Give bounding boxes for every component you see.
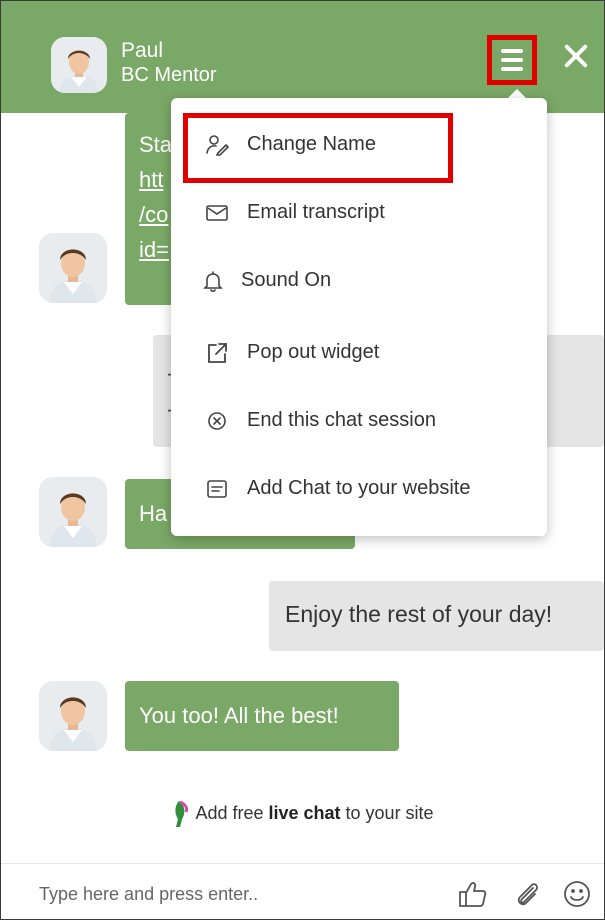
hamburger-bar	[501, 58, 523, 62]
menu-item-email-transcript[interactable]: Email transcript	[171, 183, 547, 243]
message-link-line[interactable]: htt	[139, 162, 172, 197]
user-message: Enjoy the rest of your day!	[269, 581, 604, 651]
agent-avatar	[39, 233, 107, 303]
hamburger-icon	[501, 49, 523, 53]
menu-item-sound-on[interactable]: Sound On	[171, 251, 547, 311]
message-input[interactable]	[37, 878, 421, 910]
menu-item-label: Add Chat to your website	[247, 477, 471, 499]
message-text: You too! All the best!	[139, 703, 339, 728]
input-bar	[1, 863, 604, 919]
promo-suffix: to your site	[340, 802, 434, 823]
agent-name: Paul	[121, 39, 164, 62]
promo-prefix: Add free	[195, 802, 269, 823]
message-line: Sta	[139, 132, 173, 157]
message-text: Enjoy the rest of your day!	[285, 601, 553, 627]
menu-item-label: Sound On	[241, 269, 332, 291]
menu-item-label: Pop out widget	[247, 341, 380, 363]
menu-item-add-chat[interactable]: Add Chat to your website	[171, 459, 547, 519]
agent-role: BC Mentor	[121, 64, 217, 86]
menu-button[interactable]	[487, 35, 537, 85]
menu-item-label: Email transcript	[247, 201, 385, 223]
agent-avatar	[39, 477, 107, 547]
emoji-icon[interactable]	[561, 878, 593, 910]
external-link-icon	[205, 341, 229, 365]
chat-widget: Paul BC Mentor Sta htt /co id= -	[0, 0, 605, 920]
agent-message: You too! All the best!	[125, 681, 399, 751]
bell-icon	[201, 269, 225, 293]
hamburger-bar	[501, 67, 523, 71]
envelope-icon	[205, 201, 229, 225]
message-link-line[interactable]: /co	[139, 197, 172, 232]
promo-bold: live chat	[268, 802, 341, 823]
chat-box-icon	[205, 477, 229, 501]
leaf-logo-icon	[171, 799, 191, 829]
close-circle-icon	[205, 409, 229, 433]
agent-avatar	[39, 681, 107, 751]
message-link-line[interactable]: id=	[139, 232, 172, 267]
paperclip-icon[interactable]	[511, 878, 543, 910]
menu-item-pop-out[interactable]: Pop out widget	[171, 323, 547, 383]
close-icon[interactable]	[561, 41, 591, 71]
thumbs-up-icon[interactable]	[457, 878, 489, 910]
menu-item-label: End this chat session	[247, 409, 436, 431]
highlight-box	[183, 113, 453, 183]
agent-avatar	[51, 37, 107, 93]
message-text: Ha	[139, 501, 168, 526]
promo-link[interactable]: Add free live chat to your site	[1, 799, 604, 829]
menu-item-end-session[interactable]: End this chat session	[171, 391, 547, 451]
